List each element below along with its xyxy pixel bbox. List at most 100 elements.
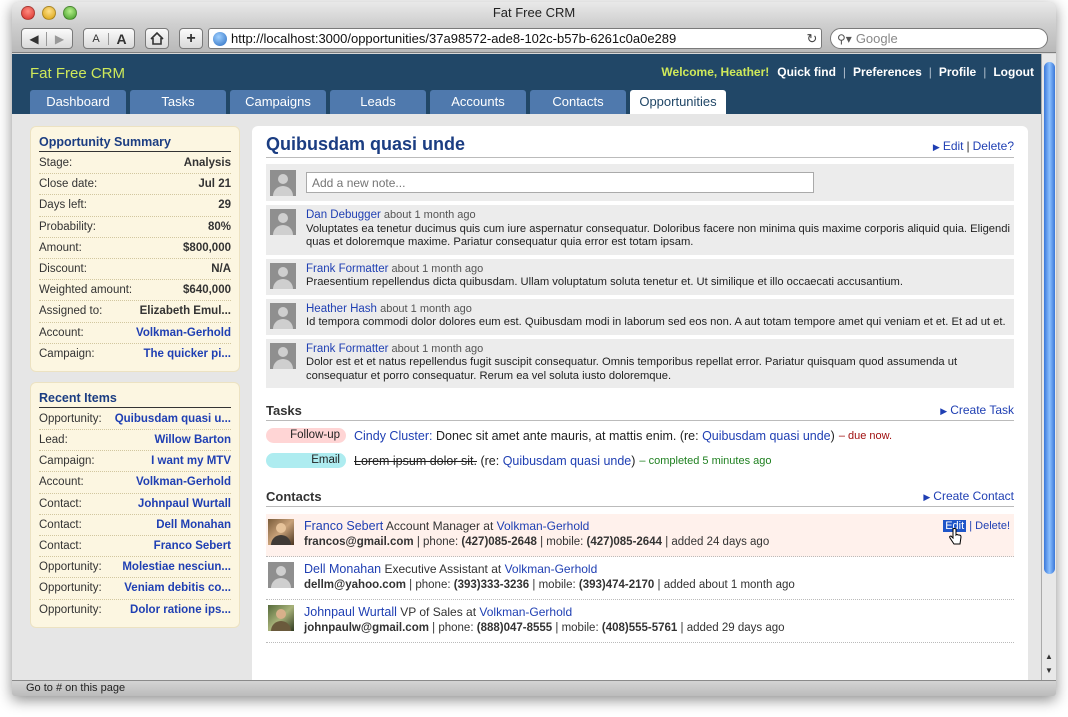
address-bar[interactable]: http://localhost:3000/opportunities/37a9… bbox=[208, 28, 822, 49]
preferences-link[interactable]: Preferences bbox=[853, 65, 922, 79]
tab-contacts[interactable]: Contacts bbox=[530, 90, 626, 114]
summary-account-link[interactable]: Volkman-Gerhold bbox=[136, 323, 231, 343]
summary-label: Account: bbox=[39, 326, 84, 339]
recent-item-link[interactable]: Willow Barton bbox=[154, 430, 231, 450]
recent-item-label: Opportunity: bbox=[39, 603, 102, 616]
tab-accounts[interactable]: Accounts bbox=[430, 90, 526, 114]
recent-item: Contact: Dell Monahan bbox=[39, 515, 231, 536]
add-bookmark-button[interactable]: + bbox=[179, 28, 203, 49]
contact-title: VP of Sales at bbox=[400, 605, 477, 619]
search-field[interactable]: ⚲▾ Google bbox=[830, 28, 1048, 49]
contact-line2: dellm@yahoo.com | phone: (393)333-3236 |… bbox=[304, 579, 795, 591]
task-re-prefix: (re: bbox=[679, 428, 699, 443]
recent-item-label: Opportunity: bbox=[39, 412, 102, 425]
tab-opportunities[interactable]: Opportunities bbox=[630, 90, 726, 114]
page-title: Quibusdam quasi unde bbox=[266, 134, 466, 154]
tab-tasks[interactable]: Tasks bbox=[130, 90, 226, 114]
contact-company-link[interactable]: Volkman-Gerhold bbox=[479, 605, 572, 619]
contact-company-link[interactable]: Volkman-Gerhold bbox=[497, 519, 590, 533]
recent-item-link[interactable]: Volkman-Gerhold bbox=[136, 472, 231, 492]
scroll-up-arrow-icon[interactable]: ▲ bbox=[1042, 650, 1056, 664]
contact-photo bbox=[268, 519, 294, 545]
delete-contact-link[interactable]: Delete! bbox=[975, 520, 1010, 532]
summary-label: Campaign: bbox=[39, 347, 95, 360]
comment-author-link[interactable]: Frank Formatter bbox=[306, 263, 388, 275]
contact-added: added 24 days ago bbox=[671, 536, 770, 548]
recent-item-link[interactable]: Dell Monahan bbox=[156, 515, 231, 535]
reload-icon[interactable]: ↻ bbox=[803, 31, 821, 47]
summary-label: Stage: bbox=[39, 157, 73, 169]
recent-item-link[interactable]: Quibusdam quasi u... bbox=[115, 409, 231, 429]
triangle-right-icon: ▶ bbox=[940, 406, 948, 416]
minimize-window-button[interactable] bbox=[42, 6, 56, 20]
tab-dashboard[interactable]: Dashboard bbox=[30, 90, 126, 114]
profile-link[interactable]: Profile bbox=[939, 65, 976, 79]
recent-item-link[interactable]: Dolor ratione ips... bbox=[130, 600, 231, 621]
recent-item-link[interactable]: Molestiae nesciun... bbox=[122, 557, 231, 577]
delete-opportunity-link[interactable]: Delete? bbox=[973, 139, 1014, 153]
contact-name-link[interactable]: Dell Monahan bbox=[304, 562, 381, 576]
task-category-badge: Follow-up bbox=[266, 428, 346, 443]
recent-item: Contact: Johnpaul Wurtall bbox=[39, 494, 231, 515]
recent-item-label: Contact: bbox=[39, 518, 82, 531]
task-related-link[interactable]: Quibusdam quasi unde bbox=[503, 454, 632, 468]
comment-time: about 1 month ago bbox=[391, 342, 484, 355]
sidebar: Opportunity Summary Stage: Analysis Close… bbox=[30, 126, 240, 638]
comment-author-link[interactable]: Dan Debugger bbox=[306, 209, 381, 221]
contact-phone: (888)047-8555 bbox=[476, 622, 553, 634]
summary-label: Discount: bbox=[39, 262, 87, 275]
new-note-input[interactable] bbox=[306, 172, 814, 193]
comment-author-link[interactable]: Heather Hash bbox=[306, 303, 377, 315]
welcome-text: Welcome, Heather! bbox=[661, 65, 770, 79]
create-contact-action: ▶ Create Contact bbox=[923, 489, 1014, 503]
comment-body: Dan Debugger about 1 month ago Voluptate… bbox=[306, 209, 1010, 250]
tab-leads[interactable]: Leads bbox=[330, 90, 426, 114]
back-arrow-icon[interactable]: ◀ bbox=[22, 31, 48, 46]
recent-item-link[interactable]: Franco Sebert bbox=[154, 536, 231, 556]
scrollbar-thumb[interactable] bbox=[1044, 62, 1055, 574]
edit-opportunity-link[interactable]: Edit bbox=[943, 139, 964, 153]
contact-title: Account Manager at bbox=[385, 519, 494, 533]
close-window-button[interactable] bbox=[21, 6, 35, 20]
recent-item-link[interactable]: Johnpaul Wurtall bbox=[138, 494, 231, 514]
comment-item: Heather Hash about 1 month ago Id tempor… bbox=[266, 298, 1014, 335]
contact-line2: johnpaulw@gmail.com | phone: (888)047-85… bbox=[304, 622, 785, 634]
zoom-window-button[interactable] bbox=[63, 6, 77, 20]
comment-body: Frank Formatter about 1 month ago Praese… bbox=[306, 263, 1010, 290]
app-brand[interactable]: Fat Free CRM bbox=[30, 65, 125, 82]
task-assignee-link[interactable]: Cindy Cluster: bbox=[354, 429, 433, 443]
contact-mobile-label: mobile: bbox=[538, 579, 576, 591]
comment-author-link[interactable]: Frank Formatter bbox=[306, 343, 388, 355]
contact-company-link[interactable]: Volkman-Gerhold bbox=[505, 562, 598, 576]
create-task-link[interactable]: Create Task bbox=[950, 403, 1014, 417]
contact-actions: Edit | Delete! bbox=[943, 520, 1010, 545]
task-related-link[interactable]: Quibusdam quasi unde bbox=[702, 429, 831, 443]
summary-campaign-link[interactable]: The quicker pi... bbox=[143, 344, 231, 365]
summary-label: Weighted amount: bbox=[39, 284, 133, 297]
contact-name-link[interactable]: Franco Sebert bbox=[304, 519, 383, 533]
quick-find-link[interactable]: Quick find bbox=[777, 65, 836, 79]
forward-arrow-icon[interactable]: ▶ bbox=[47, 32, 72, 46]
contact-name-link[interactable]: Johnpaul Wurtall bbox=[304, 605, 397, 619]
vertical-scrollbar[interactable]: ▲ ▼ bbox=[1041, 54, 1056, 680]
summary-label: Close date: bbox=[39, 178, 98, 191]
summary-row: Close date: Jul 21 bbox=[39, 174, 231, 196]
comment-text: Voluptates ea tenetur ducimus quis cum i… bbox=[306, 222, 1010, 249]
recent-item: Campaign: I want my MTV bbox=[39, 451, 231, 473]
tasks-section-title: Tasks bbox=[266, 403, 302, 418]
scroll-down-arrow-icon[interactable]: ▼ bbox=[1042, 664, 1056, 678]
recent-items-title: Recent Items bbox=[39, 391, 231, 408]
link-separator: | bbox=[983, 65, 987, 79]
text-larger-button[interactable]: A bbox=[109, 31, 134, 47]
recent-item-link[interactable]: Veniam debitis co... bbox=[124, 578, 231, 598]
recent-item-label: Account: bbox=[39, 476, 84, 489]
text-smaller-button[interactable]: A bbox=[84, 32, 110, 45]
logout-link[interactable]: Logout bbox=[993, 65, 1034, 79]
recent-item-link[interactable]: I want my MTV bbox=[151, 451, 231, 471]
home-button[interactable] bbox=[145, 28, 169, 49]
summary-row: Days left: 29 bbox=[39, 195, 231, 217]
plus-icon: + bbox=[186, 29, 196, 47]
tab-campaigns[interactable]: Campaigns bbox=[230, 90, 326, 114]
recent-item: Opportunity: Dolor ratione ips... bbox=[39, 600, 231, 621]
create-contact-link[interactable]: Create Contact bbox=[933, 489, 1014, 503]
